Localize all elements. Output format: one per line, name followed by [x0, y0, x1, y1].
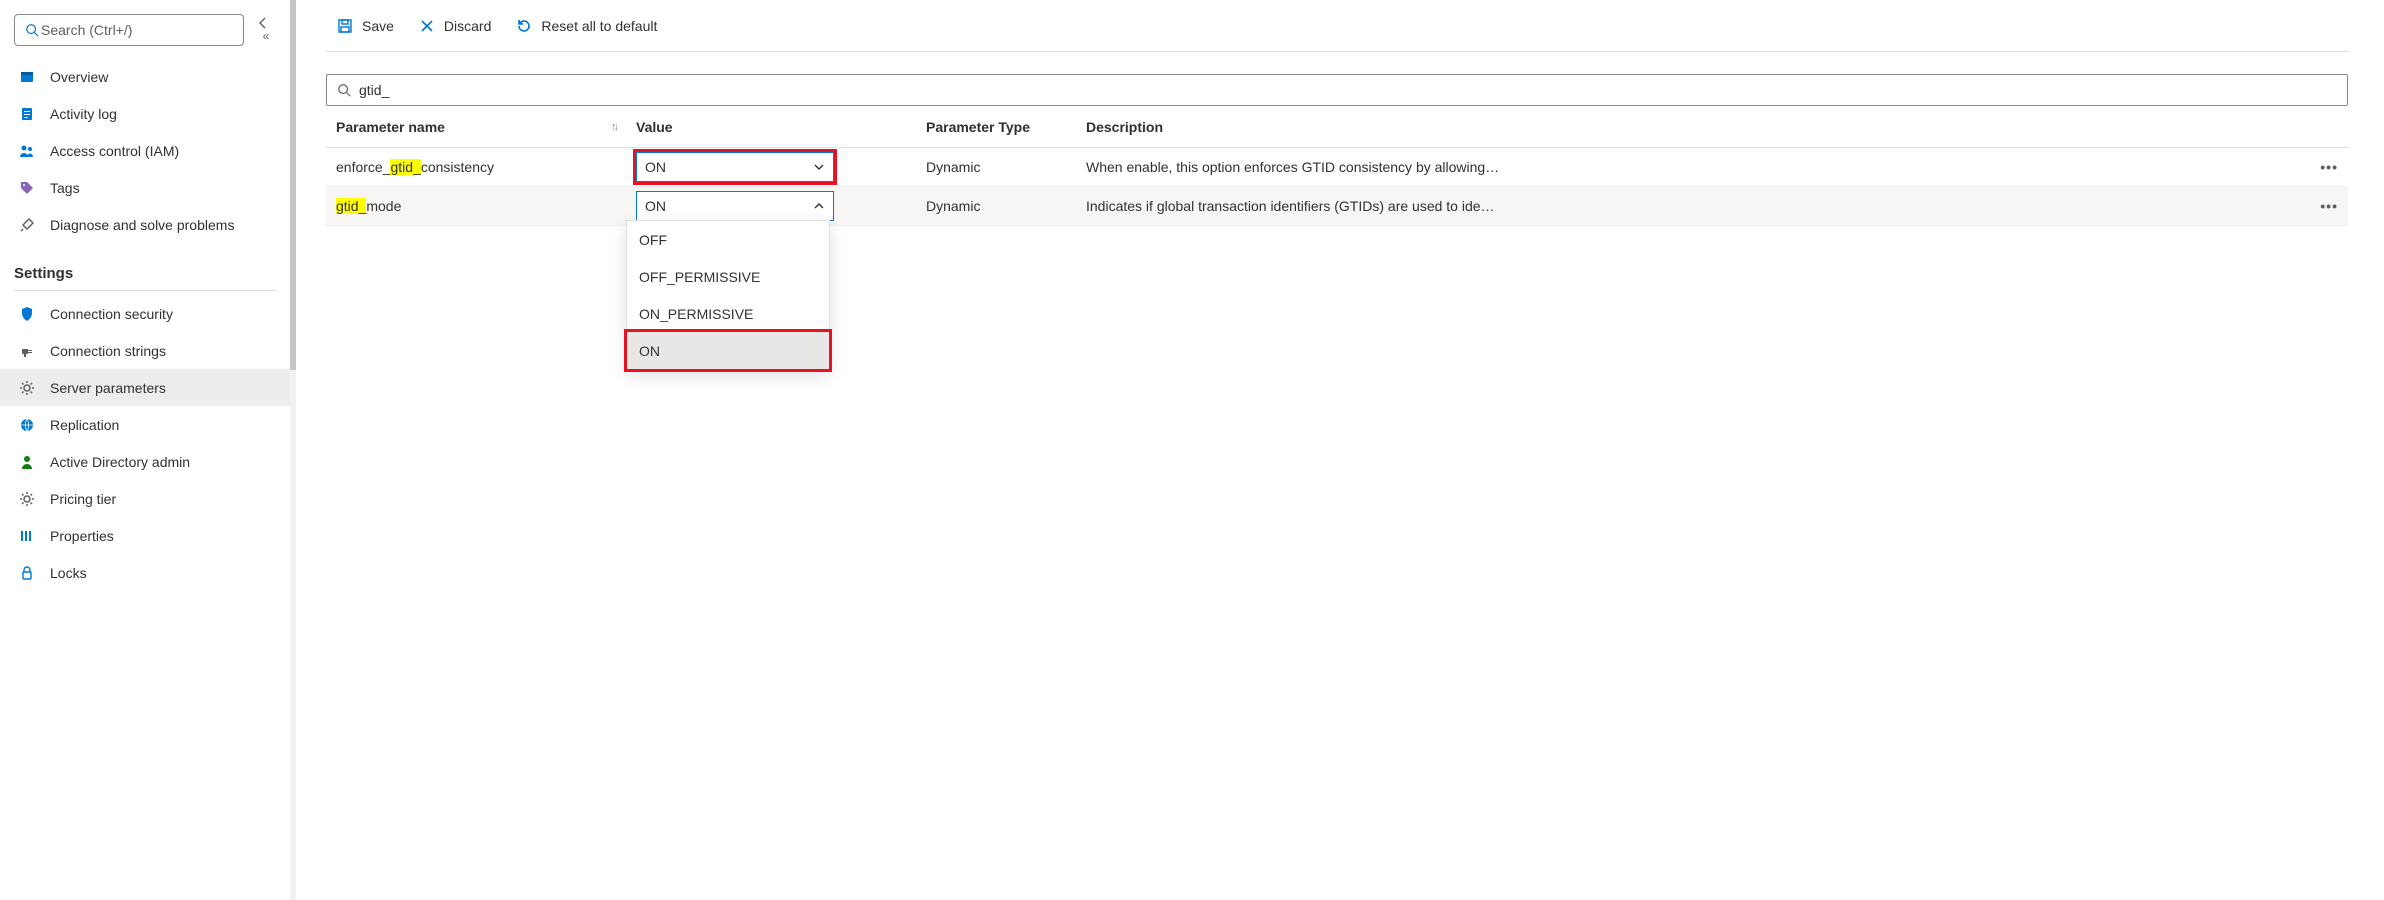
sidebar-item-active-directory-admin[interactable]: Active Directory admin [0, 443, 290, 480]
sidebar-item-label: Connection strings [50, 343, 166, 359]
value-select-label: ON [645, 198, 666, 214]
sidebar-item-label: Overview [50, 69, 108, 85]
discard-button[interactable]: Discard [408, 11, 501, 41]
sort-icon[interactable]: ↑↓ [611, 121, 616, 133]
sidebar-item-label: Access control (IAM) [50, 143, 179, 159]
scrollbar-thumb[interactable] [290, 0, 296, 370]
diagnose-icon [18, 216, 36, 234]
sidebar-collapse-button[interactable]: « [256, 17, 276, 43]
chevron-up-icon [813, 200, 825, 212]
sidebar-item-server-parameters[interactable]: Server parameters [0, 369, 290, 406]
activity-icon [18, 105, 36, 123]
sidebar-item-properties[interactable]: Properties [0, 517, 290, 554]
star-icon [18, 490, 36, 508]
lock-icon [18, 564, 36, 582]
sidebar-item-label: Active Directory admin [50, 454, 190, 470]
parameter-filter-input[interactable] [359, 82, 2337, 98]
divider [14, 290, 276, 291]
overview-icon [18, 68, 36, 86]
value-select-label: ON [645, 159, 666, 175]
dropdown-option-off_permissive[interactable]: OFF_PERMISSIVE [627, 258, 829, 295]
tags-icon [18, 179, 36, 197]
sidebar-item-label: Connection security [50, 306, 173, 322]
globe-icon [18, 416, 36, 434]
save-label: Save [362, 18, 394, 34]
col-label: Value [636, 119, 673, 135]
plug-icon [18, 342, 36, 360]
sidebar-item-activity-log[interactable]: Activity log [0, 95, 290, 132]
shield-icon [18, 305, 36, 323]
save-icon [336, 17, 354, 35]
sidebar-item-diagnose-and-solve-problems[interactable]: Diagnose and solve problems [0, 206, 290, 243]
reset-button[interactable]: Reset all to default [505, 11, 667, 41]
iam-icon [18, 142, 36, 160]
discard-label: Discard [444, 18, 491, 34]
sidebar-item-label: Replication [50, 417, 119, 433]
cell-parameter-type: Dynamic [916, 194, 1076, 218]
sidebar-item-label: Activity log [50, 106, 117, 122]
cell-parameter-type: Dynamic [916, 155, 1076, 179]
sidebar-item-label: Server parameters [50, 380, 166, 396]
sidebar-item-label: Properties [50, 528, 114, 544]
sidebar-search-box[interactable] [14, 14, 244, 46]
parameters-table: Parameter name ↑↓ Value Parameter Type D… [326, 106, 2348, 226]
save-button[interactable]: Save [326, 11, 404, 41]
row-more-button[interactable]: ••• [2308, 198, 2348, 214]
col-parameter-name[interactable]: Parameter name ↑↓ [326, 119, 626, 135]
cell-description: Indicates if global transaction identifi… [1076, 194, 2308, 218]
table-row: enforce_gtid_consistency ON DynamicWhen en… [326, 148, 2348, 187]
col-value[interactable]: Value [626, 119, 916, 135]
sidebar-item-label: Pricing tier [50, 491, 116, 507]
col-description[interactable]: Description [1076, 119, 2308, 135]
col-label: Description [1086, 119, 1163, 135]
sidebar-section-settings: Settings [0, 243, 290, 290]
search-icon [337, 83, 351, 97]
value-dropdown: OFFOFF_PERMISSIVEON_PERMISSIVEON [626, 220, 830, 370]
sidebar: « Overview Activity log Access control (IA… [0, 0, 290, 900]
table-header: Parameter name ↑↓ Value Parameter Type D… [326, 106, 2348, 148]
sidebar-item-label: Locks [50, 565, 87, 581]
col-label: Parameter Type [926, 119, 1030, 135]
discard-icon [418, 17, 436, 35]
cell-value: ON [626, 148, 916, 186]
chevron-down-icon [813, 161, 825, 173]
search-icon [23, 21, 41, 39]
value-select[interactable]: ON [636, 191, 834, 221]
sidebar-item-label: Tags [50, 180, 80, 196]
toolbar: Save Discard Reset all to default [326, 0, 2348, 52]
main-content: Save Discard Reset all to default Parame… [290, 0, 2384, 900]
dropdown-option-off[interactable]: OFF [627, 221, 829, 258]
parameter-filter-box[interactable] [326, 74, 2348, 106]
col-label: Parameter name [336, 119, 445, 135]
sidebar-item-connection-strings[interactable]: Connection strings [0, 332, 290, 369]
dropdown-option-on_permissive[interactable]: ON_PERMISSIVE [627, 295, 829, 332]
value-select[interactable]: ON [636, 152, 834, 182]
dropdown-option-on[interactable]: ON [627, 332, 829, 369]
row-more-button[interactable]: ••• [2308, 159, 2348, 175]
sidebar-item-locks[interactable]: Locks [0, 554, 290, 591]
person-icon [18, 453, 36, 471]
sidebar-item-access-control-iam-[interactable]: Access control (IAM) [0, 132, 290, 169]
cell-parameter-name[interactable]: enforce_gtid_consistency [326, 155, 626, 179]
gear-icon [18, 379, 36, 397]
sidebar-item-replication[interactable]: Replication [0, 406, 290, 443]
sidebar-item-connection-security[interactable]: Connection security [0, 295, 290, 332]
col-parameter-type[interactable]: Parameter Type [916, 119, 1076, 135]
sidebar-item-label: Diagnose and solve problems [50, 217, 234, 233]
cell-parameter-name[interactable]: gtid_mode [326, 194, 626, 218]
cell-description: When enable, this option enforces GTID c… [1076, 155, 2308, 179]
sidebar-search-input[interactable] [41, 22, 235, 38]
reset-label: Reset all to default [541, 18, 657, 34]
sidebar-item-pricing-tier[interactable]: Pricing tier [0, 480, 290, 517]
bars-icon [18, 527, 36, 545]
sidebar-item-tags[interactable]: Tags [0, 169, 290, 206]
reset-icon [515, 17, 533, 35]
sidebar-item-overview[interactable]: Overview [0, 58, 290, 95]
